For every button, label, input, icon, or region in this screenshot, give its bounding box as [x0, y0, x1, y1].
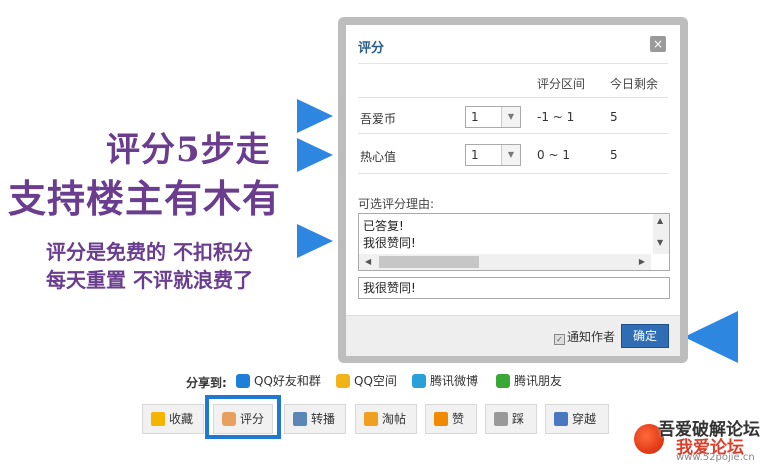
pointer-arrow-icon — [297, 224, 333, 258]
reason-listbox[interactable]: 已答复! 我很赞同! ▲ ▼ ◀ ▶ — [358, 213, 670, 271]
tray-icon — [364, 412, 378, 426]
reason-option[interactable]: 已答复! — [363, 217, 404, 234]
arrow-down-icon — [494, 412, 508, 426]
reason-option[interactable]: 我很赞同! — [363, 234, 416, 251]
promo-subheadline: 支持楼主有木有 — [8, 176, 282, 221]
notify-label: 通知作者 — [567, 330, 616, 344]
share-item-label: QQ空间 — [354, 374, 397, 388]
coin-score-select[interactable]: 1 ▼ — [465, 106, 521, 128]
reason-input[interactable]: 我很赞同! — [358, 277, 670, 299]
enthusiasm-score-select[interactable]: 1 ▼ — [465, 144, 521, 166]
row-label-coin: 吾爱币 — [360, 112, 397, 126]
rate-button-highlight — [205, 395, 281, 439]
button-label: 赞 — [452, 412, 465, 426]
promo-note-2: 每天重置 不评就浪费了 — [46, 268, 253, 292]
dialog-footer: ✓ 通知作者 确定 — [346, 315, 680, 356]
like-button[interactable]: 赞 — [425, 404, 477, 434]
dislike-button[interactable]: 踩 — [485, 404, 537, 434]
share-qq-friends[interactable]: QQ好友和群 — [236, 372, 321, 389]
divider — [358, 63, 668, 64]
tencent-weibo-icon — [412, 374, 426, 388]
row-label-enthusiasm: 热心值 — [360, 150, 397, 164]
button-label: 踩 — [512, 412, 525, 426]
range-coin: -1 ~ 1 — [537, 110, 575, 124]
star-icon — [151, 412, 165, 426]
header-remaining: 今日剩余 — [610, 77, 659, 91]
range-enthusiasm: 0 ~ 1 — [537, 148, 570, 162]
watermark-url: www.52pojie.cn — [676, 452, 755, 463]
select-value: 1 — [471, 148, 479, 162]
divider — [358, 133, 668, 134]
scroll-right-icon[interactable]: ▶ — [639, 257, 645, 266]
scroll-left-icon[interactable]: ◀ — [365, 257, 371, 266]
button-label: 穿越 — [572, 412, 597, 426]
rating-dialog: 评分 × 评分区间 今日剩余 吾爱币 1 ▼ -1 ~ 1 5 热心值 1 ▼ … — [346, 25, 680, 356]
confirm-button[interactable]: 确定 — [621, 324, 669, 348]
scroll-up-icon[interactable]: ▲ — [657, 216, 663, 225]
qzone-icon — [336, 374, 350, 388]
button-label: 收藏 — [169, 412, 194, 426]
share-item-label: QQ好友和群 — [254, 374, 321, 388]
chevron-down-icon: ▼ — [501, 107, 520, 127]
dialog-title: 评分 — [358, 41, 385, 56]
arrow-up-icon — [434, 412, 448, 426]
share-tencent-friends[interactable]: 腾讯朋友 — [496, 372, 562, 389]
close-icon[interactable]: × — [650, 36, 666, 52]
clover-icon — [496, 374, 510, 388]
checkbox-checked-icon[interactable]: ✓ — [554, 334, 565, 345]
share-qzone[interactable]: QQ空间 — [336, 372, 397, 389]
scroll-thumb[interactable] — [379, 256, 479, 268]
remaining-enthusiasm: 5 — [610, 148, 618, 162]
select-value: 1 — [471, 110, 479, 124]
favorite-button[interactable]: 收藏 — [142, 404, 204, 434]
share-tencent-weibo[interactable]: 腾讯微博 — [412, 372, 478, 389]
promo-note-1: 评分是免费的 不扣积分 — [46, 240, 253, 264]
chevron-down-icon: ▼ — [501, 145, 520, 165]
pointer-arrow-icon — [684, 311, 738, 363]
share-arrow-icon — [293, 412, 307, 426]
share-label: 分享到: — [186, 376, 227, 390]
button-label: 淘帖 — [382, 412, 407, 426]
repost-button[interactable]: 转播 — [284, 404, 346, 434]
horizontal-scrollbar[interactable]: ◀ ▶ — [359, 254, 651, 270]
vertical-scrollbar[interactable]: ▲ ▼ — [653, 214, 669, 254]
collect-button[interactable]: 淘帖 — [355, 404, 417, 434]
divider — [358, 97, 668, 98]
notify-author-checkbox[interactable]: ✓ 通知作者 — [554, 328, 615, 345]
pointer-arrow-icon — [297, 138, 333, 172]
share-item-label: 腾讯朋友 — [514, 374, 563, 388]
share-item-label: 腾讯微博 — [430, 374, 479, 388]
scroll-down-icon[interactable]: ▼ — [657, 238, 663, 247]
remaining-coin: 5 — [610, 110, 618, 124]
paper-plane-icon — [554, 412, 568, 426]
promo-headline: 评分5步走 — [106, 130, 271, 170]
pointer-arrow-icon — [297, 99, 333, 133]
travel-button[interactable]: 穿越 — [545, 404, 609, 434]
qq-icon — [236, 374, 250, 388]
header-range: 评分区间 — [537, 77, 586, 91]
reason-label: 可选评分理由: — [358, 197, 435, 211]
button-label: 转播 — [311, 412, 336, 426]
divider — [358, 173, 668, 174]
